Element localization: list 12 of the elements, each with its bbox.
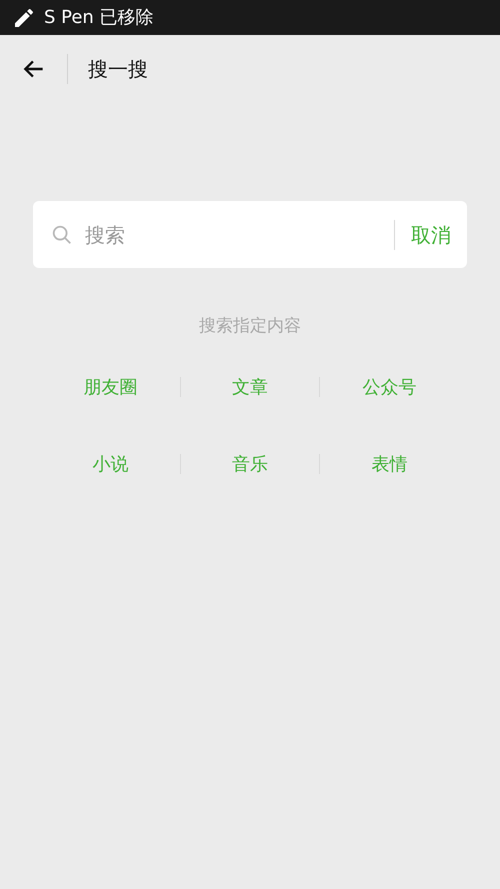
category-link[interactable]: 公众号 xyxy=(362,374,417,400)
category-link[interactable]: 朋友圈 xyxy=(83,374,138,400)
category-link[interactable]: 小说 xyxy=(92,450,128,478)
category-link[interactable]: 文章 xyxy=(232,374,268,400)
search-field[interactable]: 搜索 取消 xyxy=(33,201,467,268)
cancel-button[interactable]: 取消 xyxy=(395,220,467,250)
hint-text: 搜索指定内容 xyxy=(199,315,301,338)
category-link[interactable]: 音乐 xyxy=(232,450,268,478)
page-title: 搜一搜 xyxy=(88,56,148,83)
search-icon xyxy=(51,224,73,246)
category-link[interactable]: 表情 xyxy=(372,450,408,478)
status-text: S Pen 已移除 xyxy=(44,6,154,30)
